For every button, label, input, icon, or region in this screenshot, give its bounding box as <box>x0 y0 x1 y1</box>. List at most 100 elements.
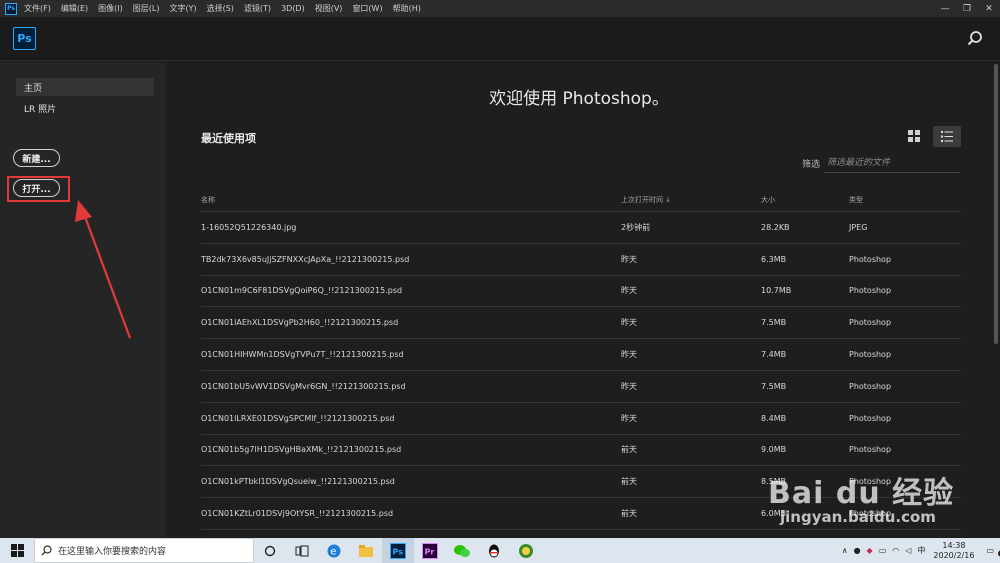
menu-type[interactable]: 文字(Y) <box>169 3 196 14</box>
file-name: O1CN01KZtLr01DSVj9OtYSR_!!2121300215.psd <box>201 509 394 519</box>
windows-taskbar: 在这里输入你要搜索的内容 e Ps Pr ∧ ● ◆ ▭ ◠ ◁ 中 14:38… <box>0 538 1000 563</box>
table-row[interactable]: TB2dk73X6v85uJjSZFNXXcJApXa_!!2121300215… <box>201 244 961 276</box>
clock[interactable]: 14:38 2020/2/16 <box>933 541 974 561</box>
wechat-icon[interactable] <box>446 538 478 563</box>
taskbar-premiere-icon[interactable]: Pr <box>414 538 446 563</box>
welcome-title: 欢迎使用 Photoshop。 <box>489 89 669 109</box>
menu-edit[interactable]: 编辑(E) <box>61 3 88 14</box>
menu-layer[interactable]: 图层(L) <box>133 3 160 14</box>
svg-text:e: e <box>330 546 336 557</box>
column-type-header[interactable]: 类型 <box>849 195 961 205</box>
table-row[interactable]: O1CN01lLRXE01DSVgSPCMlf_!!2121300215.psd… <box>201 403 961 435</box>
taskbar-search-placeholder: 在这里输入你要搜索的内容 <box>58 547 167 557</box>
column-last-opened-header[interactable]: 上次打开时间 ↓ <box>621 195 761 205</box>
scrollbar-thumb[interactable] <box>994 64 998 344</box>
file-time: 昨天 <box>621 254 637 264</box>
windows-start-icon[interactable] <box>0 538 34 563</box>
menu-3d[interactable]: 3D(D) <box>281 4 305 13</box>
table-row[interactable]: O1CN01lAEhXL1DSVgPb2H60_!!2121300215.psd… <box>201 307 961 340</box>
column-name-header[interactable]: 名称 <box>201 195 621 205</box>
file-name: O1CN01kPTbkI1DSVgQsueiw_!!2121300215.psd <box>201 477 395 487</box>
list-view-icon[interactable] <box>933 126 961 147</box>
taskbar-search-box[interactable]: 在这里输入你要搜索的内容 <box>34 538 254 563</box>
file-type: Photoshop <box>849 318 892 328</box>
file-name: 1-16052Q51226340.jpg <box>201 222 297 232</box>
window-controls: — ❐ ✕ <box>934 0 1000 17</box>
file-time: 昨天 <box>621 286 637 296</box>
file-name: O1CN01lLRXE01DSVgSPCMlf_!!2121300215.psd <box>201 413 395 423</box>
menu-select[interactable]: 选择(S) <box>207 3 234 14</box>
watermark-url: jingyan.baidu.com <box>780 508 936 526</box>
file-time: 前天 <box>621 509 637 519</box>
file-size: 8.4MB <box>761 413 787 423</box>
photoshop-logo: Ps <box>13 27 36 50</box>
grid-view-icon[interactable] <box>903 126 925 146</box>
close-button[interactable]: ✕ <box>978 0 1000 17</box>
table-row[interactable]: O1CN01b5g7lH1DSVgHBaXMk_!!2121300215.psd… <box>201 435 961 467</box>
chevron-up-icon[interactable]: ∧ <box>842 546 848 555</box>
system-tray: ∧ ● ◆ ▭ ◠ ◁ 中 14:38 2020/2/16 ▭3 <box>836 538 1000 563</box>
menu-help[interactable]: 帮助(H) <box>393 3 421 14</box>
filter-label: 筛选 <box>802 160 821 170</box>
file-type: JPEG <box>849 222 868 232</box>
clock-date: 2020/2/16 <box>933 550 975 560</box>
app-header: Ps <box>0 17 1000 61</box>
baidu-logo: Bai du 经验 <box>768 476 955 511</box>
volume-icon[interactable]: ◁ <box>905 546 911 555</box>
file-type: Photoshop <box>849 381 892 391</box>
input-method-indicator[interactable]: 中 <box>917 545 925 556</box>
file-size: 7.4MB <box>761 350 787 360</box>
menu-view[interactable]: 视图(V) <box>315 3 343 14</box>
vertical-scrollbar[interactable] <box>992 62 1000 538</box>
file-time: 昨天 <box>621 381 637 391</box>
file-size: 7.5MB <box>761 318 787 328</box>
sidebar-item-lr-photos[interactable]: LR 照片 <box>16 99 154 117</box>
file-size: 28.2KB <box>761 222 790 232</box>
task-view-icon[interactable] <box>286 538 318 563</box>
sidebar-item-home[interactable]: 主页 <box>16 78 154 96</box>
file-type: Photoshop <box>849 445 892 455</box>
menu-window[interactable]: 窗口(W) <box>352 3 382 14</box>
restore-button[interactable]: ❐ <box>956 0 978 17</box>
table-row[interactable]: O1CN01m9C6F81DSVgQoiP6Q_!!2121300215.psd… <box>201 276 961 308</box>
file-time: 昨天 <box>621 413 637 423</box>
search-icon[interactable] <box>966 30 984 48</box>
menu-file[interactable]: 文件(F) <box>24 3 51 14</box>
recent-section-title: 最近使用项 <box>201 132 256 145</box>
wifi-icon[interactable]: ◠ <box>892 546 899 555</box>
cortana-icon[interactable] <box>254 538 286 563</box>
file-type: Photoshop <box>849 286 892 296</box>
menu-filter[interactable]: 滤镜(T) <box>244 3 271 14</box>
file-time: 昨天 <box>621 350 637 360</box>
file-explorer-icon[interactable] <box>350 538 382 563</box>
file-time: 前天 <box>621 477 637 487</box>
file-size: 9.0MB <box>761 445 787 455</box>
file-type: Photoshop <box>849 254 892 264</box>
notification-icon[interactable]: ▭3 <box>986 546 1000 557</box>
column-size-header[interactable]: 大小 <box>761 195 849 205</box>
file-name: O1CN01HIHWMn1DSVgTVPu7T_!!2121300215.psd <box>201 350 404 360</box>
menu-image[interactable]: 图像(I) <box>98 3 123 14</box>
network-icon[interactable]: ▭ <box>879 546 887 555</box>
file-size: 10.7MB <box>761 286 792 296</box>
minimize-button[interactable]: — <box>934 0 956 17</box>
svg-text:Ps: Ps <box>393 547 404 556</box>
annotation-arrow <box>75 200 132 339</box>
app-tray-icon[interactable]: ◆ <box>867 546 873 555</box>
sidebar: 主页 LR 照片 新建... 打开... <box>0 62 166 538</box>
clock-time: 14:38 <box>942 540 966 550</box>
edge-icon[interactable]: e <box>318 538 350 563</box>
new-button[interactable]: 新建... <box>13 149 60 167</box>
microphone-icon[interactable]: ● <box>854 546 861 555</box>
taskbar-photoshop-icon[interactable]: Ps <box>382 538 414 563</box>
table-row[interactable]: O1CN01HIHWMn1DSVgTVPu7T_!!2121300215.psd… <box>201 339 961 371</box>
photoshop-app-icon[interactable]: Ps <box>5 2 17 15</box>
qq-icon[interactable] <box>478 538 510 563</box>
table-row[interactable]: O1CN01bU5vWV1DSVgMvr6GN_!!2121300215.psd… <box>201 371 961 403</box>
menu-bar: Ps 文件(F) 编辑(E) 图像(I) 图层(L) 文字(Y) 选择(S) 滤… <box>0 0 1000 17</box>
browser-app-icon[interactable] <box>510 538 542 563</box>
file-time: 2秒钟前 <box>621 222 651 232</box>
filter-input[interactable] <box>824 154 960 173</box>
table-row[interactable]: 1-16052Q51226340.jpg 2秒钟前 28.2KB JPEG <box>201 212 961 244</box>
file-type: Photoshop <box>849 350 892 360</box>
